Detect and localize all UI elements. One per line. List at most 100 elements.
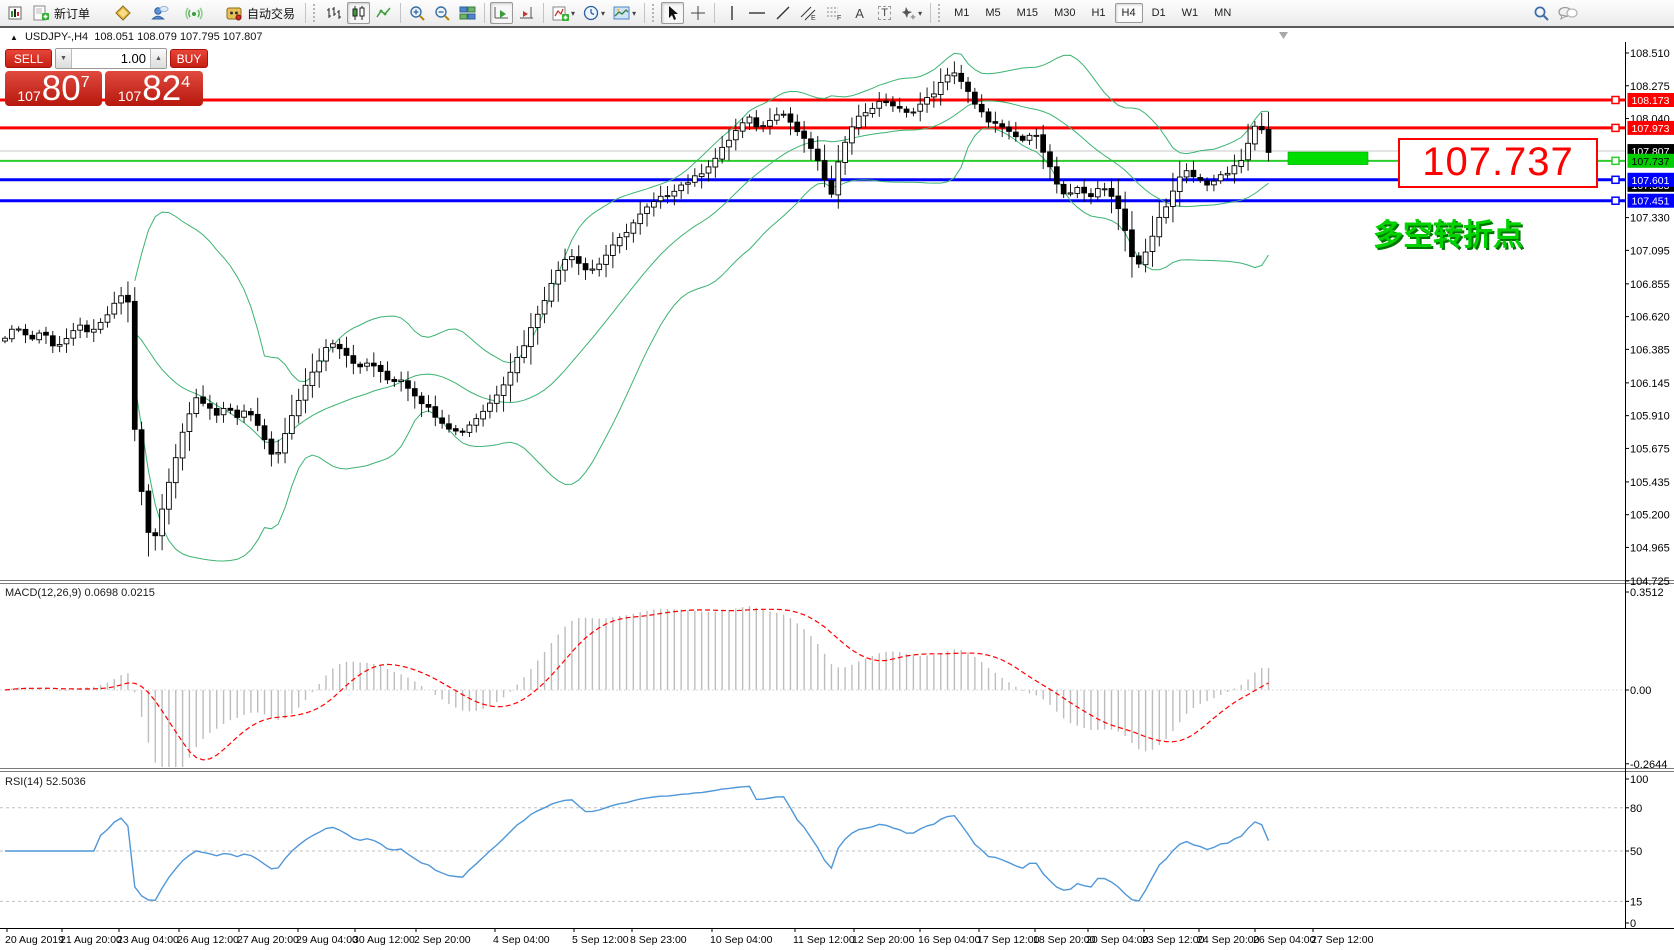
zoom-in-icon bbox=[409, 5, 426, 22]
trendline-button[interactable] bbox=[771, 2, 794, 24]
svg-text:4 Sep 04:00: 4 Sep 04:00 bbox=[493, 934, 550, 946]
chart-shift-button[interactable] bbox=[515, 2, 538, 24]
line-chart-button[interactable] bbox=[372, 2, 395, 24]
template-icon bbox=[613, 5, 631, 21]
svg-text:23 Aug 04:00: 23 Aug 04:00 bbox=[117, 934, 179, 946]
svg-text:8 Sep 23:00: 8 Sep 23:00 bbox=[630, 934, 687, 946]
volume-stepper: ▼ ▲ bbox=[55, 48, 167, 69]
timeframe-button-h4[interactable]: H4 bbox=[1115, 3, 1143, 23]
sell-price-pip: 7 bbox=[81, 75, 90, 91]
ohlc-open: 108.051 bbox=[94, 31, 134, 43]
vertical-line-icon bbox=[725, 5, 739, 21]
turning-point-annotation[interactable]: 多空转折点 bbox=[1355, 210, 1523, 254]
svg-text:107.973: 107.973 bbox=[1632, 123, 1670, 135]
timeframe-button-m5[interactable]: M5 bbox=[978, 3, 1007, 23]
timeframe-button-mn[interactable]: MN bbox=[1207, 3, 1238, 23]
autotrading-button[interactable]: 自动交易 bbox=[220, 2, 300, 24]
volume-input[interactable] bbox=[72, 51, 150, 66]
svg-text:106.385: 106.385 bbox=[1630, 344, 1670, 356]
price-callout-label[interactable]: 107.737 bbox=[1398, 138, 1598, 188]
svg-text:108.275: 108.275 bbox=[1630, 81, 1670, 93]
horizontal-line-button[interactable] bbox=[745, 2, 769, 24]
periods-button[interactable]: ▾ bbox=[580, 2, 608, 24]
crosshair-button[interactable] bbox=[686, 2, 709, 24]
toolbar-separator bbox=[930, 3, 931, 23]
text-label-button[interactable]: T bbox=[873, 2, 896, 24]
templates-caret-icon[interactable]: ▾ bbox=[632, 9, 636, 18]
timeframe-button-h1[interactable]: H1 bbox=[1084, 3, 1112, 23]
svg-text:30 Aug 12:00: 30 Aug 12:00 bbox=[353, 934, 415, 946]
autoscroll-marker[interactable] bbox=[1279, 32, 1288, 39]
macd-axis: 0.35120.00-0.2644 bbox=[1625, 587, 1667, 771]
svg-text:107.601: 107.601 bbox=[1632, 175, 1670, 187]
cursor-icon bbox=[665, 5, 680, 21]
new-order-label: 新订单 bbox=[54, 5, 90, 22]
autotrading-icon bbox=[225, 5, 243, 22]
candlestick-chart-icon bbox=[350, 5, 367, 21]
templates-button[interactable]: ▾ bbox=[610, 2, 639, 24]
buy-price-pip: 4 bbox=[181, 75, 190, 91]
auto-scroll-button[interactable] bbox=[490, 2, 513, 24]
community-button[interactable] bbox=[147, 2, 172, 24]
svg-text:107.737: 107.737 bbox=[1632, 156, 1670, 168]
candlestick-chart-button[interactable] bbox=[347, 2, 370, 24]
buy-button[interactable]: BUY bbox=[170, 49, 208, 68]
indicators-caret-icon[interactable]: ▾ bbox=[571, 9, 575, 18]
svg-text:5 Sep 12:00: 5 Sep 12:00 bbox=[572, 934, 629, 946]
timeframe-button-w1[interactable]: W1 bbox=[1175, 3, 1206, 23]
buy-price-tile[interactable]: 107 82 4 bbox=[105, 71, 203, 106]
new-order-button[interactable]: 新订单 bbox=[28, 2, 95, 24]
timeframe-button-m30[interactable]: M30 bbox=[1047, 3, 1082, 23]
zoom-out-button[interactable] bbox=[431, 2, 454, 24]
toolbar-drag-handle[interactable] bbox=[938, 4, 943, 22]
fibonacci-button[interactable]: F bbox=[822, 2, 846, 24]
svg-text:105.910: 105.910 bbox=[1630, 411, 1670, 423]
sell-price-prefix: 107 bbox=[17, 88, 40, 104]
price-lines[interactable] bbox=[0, 100, 1625, 201]
channel-button[interactable]: E bbox=[796, 2, 820, 24]
svg-text:26 Sep 04:00: 26 Sep 04:00 bbox=[1253, 934, 1316, 946]
timeframe-button-m1[interactable]: M1 bbox=[947, 3, 976, 23]
toolbar-drag-handle[interactable] bbox=[313, 4, 318, 22]
panel-separators[interactable] bbox=[0, 581, 1674, 772]
signals-button[interactable] bbox=[182, 2, 206, 24]
buy-price-prefix: 107 bbox=[118, 88, 141, 104]
arrows-caret-icon[interactable]: ▾ bbox=[918, 9, 922, 18]
macd-signal-line bbox=[5, 609, 1269, 760]
svg-text:E: E bbox=[811, 15, 816, 21]
vertical-line-button[interactable] bbox=[720, 2, 743, 24]
tile-windows-icon bbox=[459, 5, 476, 21]
new-order-icon bbox=[33, 5, 50, 22]
arrows-button[interactable]: ▾ bbox=[898, 2, 925, 24]
date-axis[interactable]: 20 Aug 201921 Aug 20:0023 Aug 04:0026 Au… bbox=[5, 929, 1374, 946]
timeframe-button-m15[interactable]: M15 bbox=[1010, 3, 1045, 23]
search-icon bbox=[1533, 5, 1550, 22]
toolbar-separator bbox=[644, 3, 645, 23]
chart-window-icon bbox=[3, 2, 26, 24]
text-button[interactable]: A bbox=[848, 2, 871, 24]
svg-text:16 Sep 04:00: 16 Sep 04:00 bbox=[918, 934, 981, 946]
cursor-button[interactable] bbox=[661, 2, 684, 24]
volume-increase-button[interactable]: ▲ bbox=[150, 49, 166, 68]
sell-price-tile[interactable]: 107 80 7 bbox=[5, 71, 102, 106]
bar-chart-button[interactable] bbox=[322, 2, 345, 24]
trendline-icon bbox=[775, 5, 791, 21]
highlight-zone[interactable] bbox=[1288, 152, 1368, 165]
toolbar-drag-handle[interactable] bbox=[652, 4, 657, 22]
svg-text:20 Sep 04:00: 20 Sep 04:00 bbox=[1086, 934, 1149, 946]
indicators-button[interactable]: ▾ bbox=[549, 2, 578, 24]
svg-text:105.435: 105.435 bbox=[1630, 477, 1670, 489]
toolbar-separator bbox=[400, 3, 401, 23]
symbol-period: USDJPY-,H4 bbox=[25, 31, 88, 43]
timeframe-button-d1[interactable]: D1 bbox=[1145, 3, 1173, 23]
periods-caret-icon[interactable]: ▾ bbox=[601, 9, 605, 18]
search-button[interactable] bbox=[1530, 2, 1553, 24]
svg-text:24 Sep 20:00: 24 Sep 20:00 bbox=[1197, 934, 1260, 946]
metaeditor-button[interactable] bbox=[111, 2, 135, 24]
svg-text:107.330: 107.330 bbox=[1630, 213, 1670, 225]
sell-button[interactable]: SELL bbox=[5, 49, 52, 68]
chat-button[interactable] bbox=[1555, 2, 1581, 24]
volume-decrease-button[interactable]: ▼ bbox=[56, 49, 72, 68]
zoom-in-button[interactable] bbox=[406, 2, 429, 24]
tile-windows-button[interactable] bbox=[456, 2, 479, 24]
